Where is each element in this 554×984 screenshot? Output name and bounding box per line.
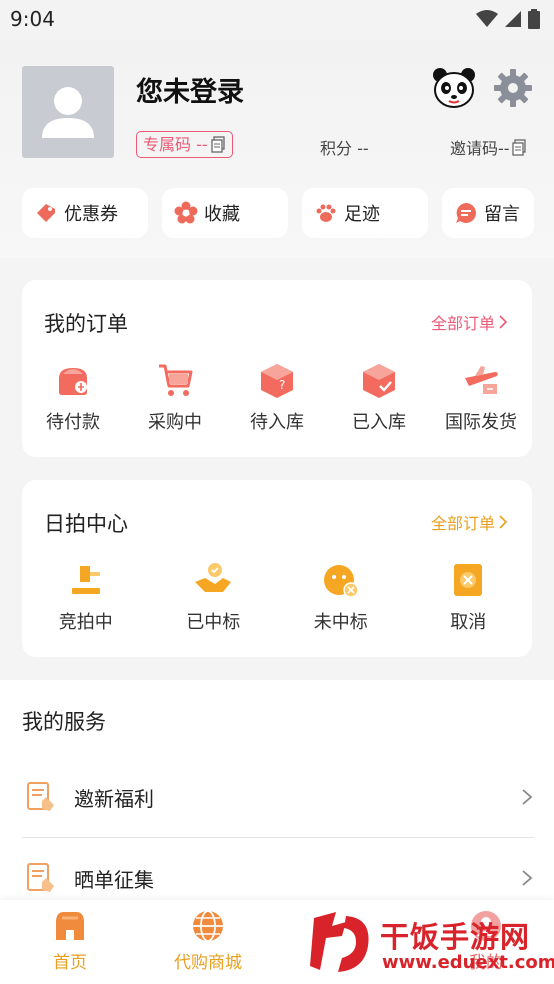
footprint-button[interactable]: 足迹 (302, 188, 428, 238)
gear-icon[interactable] (492, 67, 534, 109)
chevron-right-icon (499, 515, 508, 529)
auction-cancelled[interactable]: 取消 (405, 560, 533, 634)
tab-shop[interactable]: 代购商城 (148, 908, 268, 973)
orders-all-label: 全部订单 (430, 314, 495, 333)
wifi-icon (476, 10, 498, 27)
coupon-button[interactable]: 优惠券 (22, 188, 148, 238)
order-international-shipping[interactable]: 国际发货 (430, 360, 532, 434)
panda-icon[interactable] (432, 66, 476, 110)
order-purchasing[interactable]: 采购中 (124, 360, 226, 434)
chevron-right-icon (499, 315, 508, 329)
battery-icon (528, 9, 540, 29)
order-awaiting-storage[interactable]: ? 待入库 (226, 360, 328, 434)
status-bar: 9:04 (0, 0, 554, 40)
chevron-right-icon (522, 870, 533, 886)
orders-items: 待付款 采购中 ? 待入库 已入库 国际发货 (22, 360, 532, 434)
profile-header: 您未登录 专属码 -- 积分 -- 邀请码-- 优惠券 收藏 足迹 留言 (0, 40, 554, 258)
invite-code[interactable]: 邀请码-- (450, 135, 527, 159)
coupon-icon (37, 204, 55, 222)
quick-actions: 优惠券 收藏 足迹 留言 (22, 188, 534, 238)
status-icons (476, 9, 540, 29)
document-hand-icon (27, 782, 54, 811)
order-international-shipping-label: 国际发货 (445, 412, 517, 433)
order-stored[interactable]: 已入库 (328, 360, 430, 434)
auction-won-label: 已中标 (186, 612, 241, 633)
auction-card: 日拍中心 全部订单 竞拍中 已中标 未中标 取消 (22, 480, 532, 657)
flower-icon (174, 201, 198, 224)
login-title[interactable]: 您未登录 (136, 70, 244, 109)
exclusive-code-badge[interactable]: 专属码 -- (136, 131, 233, 158)
watermark-logo (310, 912, 369, 972)
service-invite-rewards[interactable]: 邀新福利 (22, 757, 534, 837)
message-icon (456, 203, 476, 223)
home-icon (56, 912, 84, 940)
watermark-text: 干饭手游网 (380, 920, 531, 954)
auction-bidding-label: 竞拍中 (58, 612, 113, 633)
auction-all-link[interactable]: 全部订单 (431, 510, 508, 534)
coupon-label: 优惠券 (64, 204, 118, 225)
order-stored-label: 已入库 (352, 412, 406, 433)
favorites-button[interactable]: 收藏 (162, 188, 288, 238)
tab-shop-label: 代购商城 (174, 953, 242, 973)
order-awaiting-storage-label: 待入库 (250, 412, 304, 433)
cart-icon (159, 364, 193, 396)
auction-bidding[interactable]: 竞拍中 (22, 560, 150, 634)
auction-cancelled-label: 取消 (450, 612, 487, 633)
user-placeholder-icon (42, 87, 94, 138)
auction-won[interactable]: 已中标 (150, 560, 278, 634)
copy-icon (511, 138, 526, 156)
tab-home[interactable]: 首页 (10, 908, 130, 973)
points-label: 积分 -- (320, 139, 369, 158)
services-section: 我的服务 邀新福利 晒单征集 (0, 680, 554, 900)
watermark: 干饭手游网 www.eduext.com (306, 906, 554, 978)
wallet-icon (59, 368, 87, 395)
handshake-icon (195, 563, 232, 592)
invite-code-label: 邀请码-- (450, 139, 510, 158)
auction-items: 竞拍中 已中标 未中标 取消 (22, 560, 532, 634)
globe-icon (193, 910, 223, 942)
tab-home-label: 首页 (53, 953, 87, 973)
auction-lost[interactable]: 未中标 (277, 560, 405, 634)
service-showcase-label: 晒单征集 (74, 867, 154, 892)
chevron-right-icon (522, 789, 533, 805)
watermark-url: www.eduext.com (382, 952, 554, 973)
signal-icon (505, 11, 521, 27)
box-check-icon (363, 364, 395, 398)
service-invite-rewards-label: 邀新福利 (74, 786, 154, 811)
orders-title: 我的订单 (44, 312, 128, 336)
orders-card: 我的订单 全部订单 待付款 采购中 ? 待入库 已入库 国际发货 (22, 280, 532, 457)
paw-icon (316, 204, 336, 222)
order-pending-payment[interactable]: 待付款 (22, 360, 124, 434)
exclusive-code-label: 专属码 -- (143, 134, 208, 154)
favorites-label: 收藏 (204, 204, 240, 225)
avatar[interactable] (22, 66, 114, 158)
document-hand-icon (27, 863, 54, 892)
sad-face-icon (323, 565, 359, 598)
gavel-icon (71, 566, 100, 594)
orders-all-link[interactable]: 全部订单 (431, 310, 508, 334)
svg-text:?: ? (279, 378, 285, 392)
message-button[interactable]: 留言 (442, 188, 534, 238)
footprint-label: 足迹 (344, 204, 380, 225)
copy-icon (210, 136, 225, 153)
cancel-icon (454, 564, 483, 596)
auction-title: 日拍中心 (44, 512, 128, 536)
status-time: 9:04 (10, 7, 55, 31)
box-question-icon: ? (261, 364, 293, 398)
auction-lost-label: 未中标 (313, 612, 368, 633)
services-title: 我的服务 (22, 710, 106, 734)
order-pending-payment-label: 待付款 (46, 412, 100, 433)
order-purchasing-label: 采购中 (148, 412, 202, 433)
auction-all-label: 全部订单 (430, 514, 495, 533)
message-label: 留言 (484, 204, 520, 225)
plane-icon (465, 366, 498, 394)
